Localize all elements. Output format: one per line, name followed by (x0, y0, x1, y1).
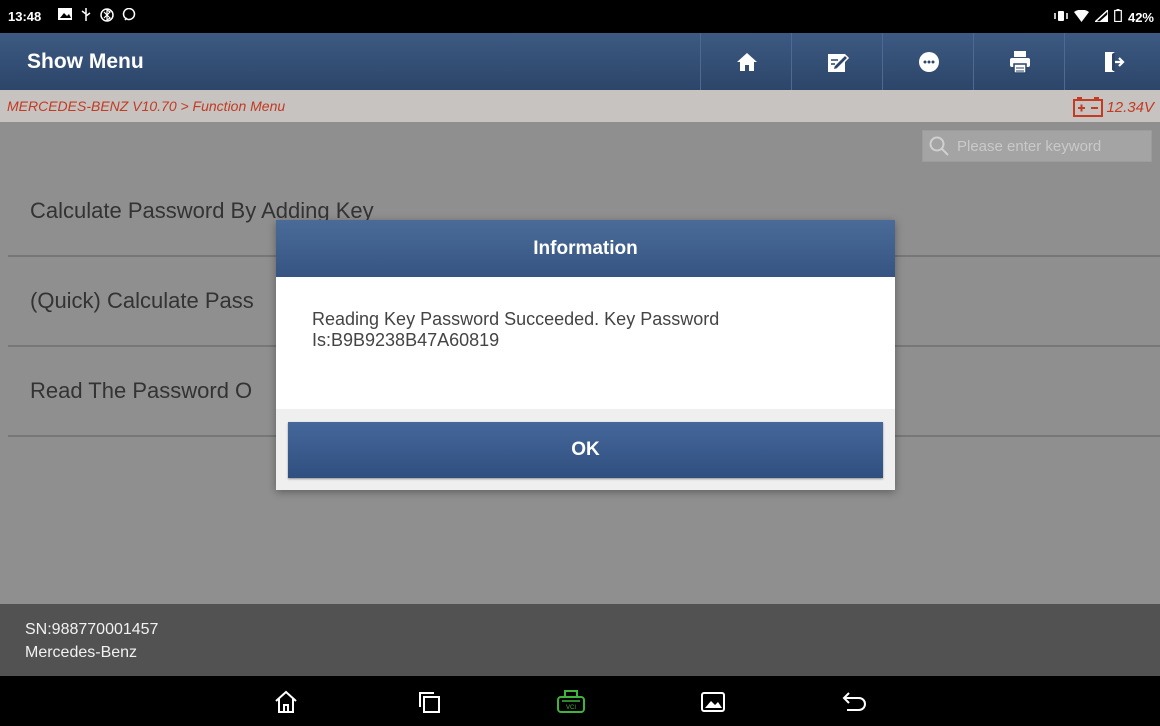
vehicle-make: Mercedes-Benz (25, 644, 138, 661)
nav-back-button[interactable] (840, 687, 870, 717)
exit-icon (1105, 51, 1125, 72)
home-button[interactable] (700, 33, 792, 90)
back-icon (842, 692, 866, 711)
bluetooth-icon (100, 8, 114, 25)
ok-button[interactable]: OK (288, 422, 883, 478)
search-icon (929, 136, 949, 156)
dialog-message-line2: Is:B9B9238B47A60819 (312, 330, 500, 350)
search-input[interactable] (957, 137, 1137, 155)
image-icon (58, 8, 72, 25)
battery-icon (1114, 9, 1122, 25)
recents-icon (419, 692, 440, 713)
search-box[interactable] (922, 130, 1152, 162)
chat-icon (122, 7, 136, 25)
edit-icon (827, 53, 849, 72)
voltage-value: 12.34V (1106, 98, 1154, 116)
message-icon (918, 51, 939, 72)
exit-button[interactable] (1064, 33, 1160, 90)
edit-button[interactable] (791, 33, 883, 90)
navigation-bar: VCI (0, 676, 1160, 726)
car-battery-icon (1073, 97, 1104, 117)
menu-item-label: (Quick) Calculate Pass (30, 288, 254, 313)
svg-text:VCI: VCI (566, 705, 576, 711)
dialog-message: Reading Key Password Succeeded. Key Pass… (276, 277, 895, 409)
battery-voltage: 12.34V (1073, 97, 1154, 117)
device-footer: SN:988770001457 Mercedes-Benz (0, 604, 1160, 676)
vci-icon: VCI (557, 690, 585, 713)
nav-home-button[interactable] (271, 687, 301, 717)
home-icon (736, 52, 757, 71)
page-title: Show Menu (27, 50, 144, 73)
home-icon (275, 690, 297, 713)
menu-item-label: Read The Password O (30, 378, 253, 403)
information-dialog: Information Reading Key Password Succeed… (276, 220, 895, 490)
status-left-icons (58, 7, 136, 25)
vibrate-icon (1054, 10, 1068, 25)
print-icon (1009, 50, 1030, 74)
message-button[interactable] (882, 33, 974, 90)
status-right: 42% (1054, 7, 1154, 25)
nav-vci-button[interactable]: VCI (556, 687, 586, 717)
breadcrumb: MERCEDES-BENZ V10.70 > Function Menu 12.… (0, 90, 1160, 122)
print-button[interactable] (973, 33, 1065, 90)
status-bar: 13:48 42% (0, 0, 1160, 33)
app-header: Show Menu (0, 33, 1160, 90)
wifi-icon (1073, 9, 1089, 25)
signal-icon (1093, 7, 1109, 25)
dialog-title: Information (276, 220, 895, 277)
status-time: 13:48 (8, 9, 42, 24)
search-row (0, 122, 1160, 165)
breadcrumb-path: MERCEDES-BENZ V10.70 > Function Menu (7, 98, 286, 114)
usb-icon (80, 8, 92, 25)
serial-number: SN:988770001457 (25, 621, 159, 638)
dialog-message-line1: Reading Key Password Succeeded. Key Pass… (312, 309, 720, 329)
nav-screenshot-button[interactable] (698, 687, 728, 717)
battery-percent: 42% (1127, 9, 1154, 25)
screenshot-icon (701, 692, 725, 712)
nav-recents-button[interactable] (414, 687, 444, 717)
